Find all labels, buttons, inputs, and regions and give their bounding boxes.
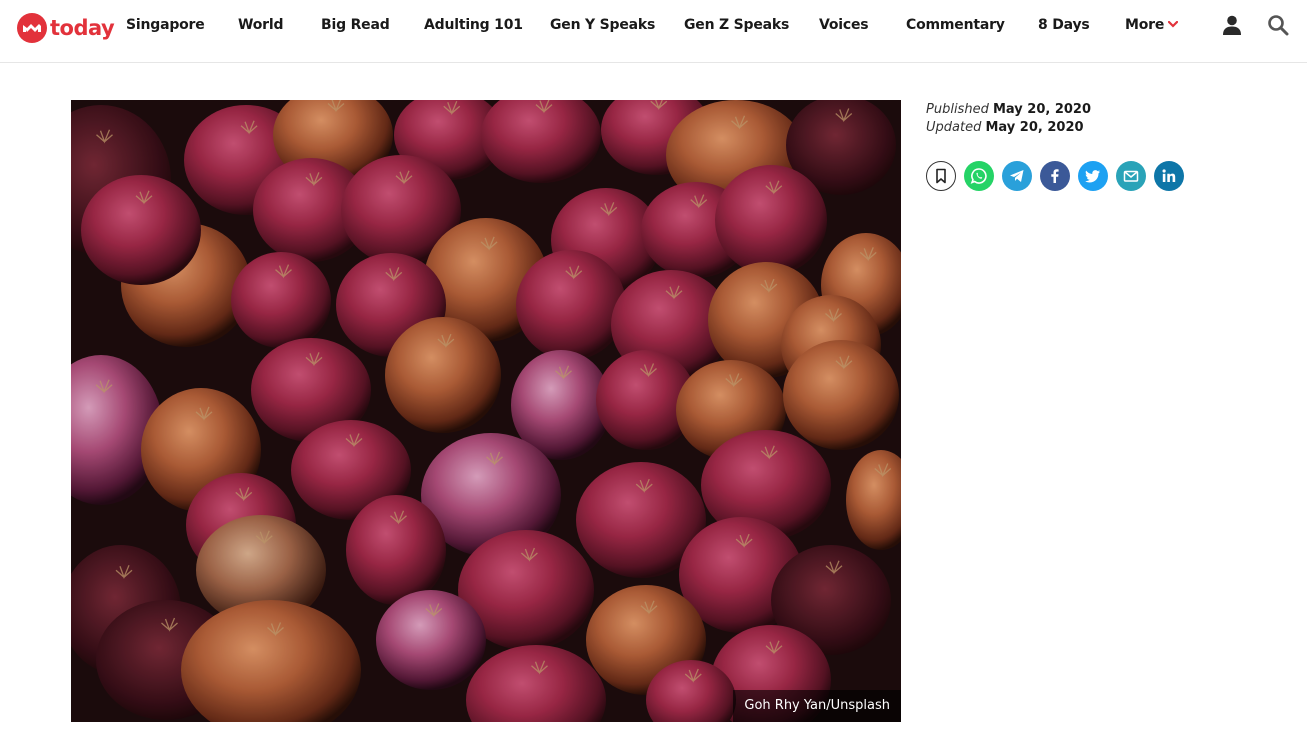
updated-label: Updated (926, 120, 982, 135)
nav-singapore[interactable]: Singapore (126, 17, 205, 33)
photo-shade (71, 100, 901, 722)
article-hero-image: Goh Rhy Yan/Unsplash (71, 100, 901, 722)
email-share-button[interactable] (1116, 161, 1146, 191)
nav-8-days[interactable]: 8 Days (1038, 17, 1090, 33)
published-line: Published May 20, 2020 (926, 101, 1091, 119)
nav-gen-z-speaks[interactable]: Gen Z Speaks (684, 17, 789, 33)
nav-more-label: More (1125, 17, 1165, 33)
telegram-share-button[interactable] (1002, 161, 1032, 191)
bookmark-icon (936, 168, 946, 184)
nav-voices[interactable]: Voices (819, 17, 869, 33)
telegram-icon (1010, 170, 1024, 182)
email-icon (1123, 170, 1139, 182)
nav-more[interactable]: More (1125, 17, 1179, 33)
site-header: today Singapore World Big Read Adulting … (0, 0, 1307, 63)
search-icon[interactable] (1267, 14, 1289, 36)
image-credit: Goh Rhy Yan/Unsplash (733, 690, 901, 722)
facebook-share-button[interactable] (1040, 161, 1070, 191)
nav-commentary[interactable]: Commentary (906, 17, 1005, 33)
published-date: May 20, 2020 (992, 102, 1092, 117)
nav-adulting-101[interactable]: Adulting 101 (424, 17, 523, 33)
chevron-down-icon (1168, 21, 1179, 28)
facebook-icon (1051, 169, 1059, 183)
twitter-share-button[interactable] (1078, 161, 1108, 191)
updated-line: Updated May 20, 2020 (926, 119, 1091, 137)
linkedin-icon (1162, 169, 1176, 182)
whatsapp-share-button[interactable] (964, 161, 994, 191)
share-bar (926, 161, 1184, 191)
onions-photo (71, 100, 901, 722)
linkedin-share-button[interactable] (1154, 161, 1184, 191)
logo-badge-icon (17, 13, 47, 43)
nav-world[interactable]: World (238, 17, 283, 33)
published-label: Published (926, 102, 989, 117)
bookmark-button[interactable] (926, 161, 956, 191)
user-icon[interactable] (1221, 14, 1243, 36)
today-logo[interactable]: today (17, 13, 115, 43)
updated-date: May 20, 2020 (985, 120, 1084, 135)
logo-wordmark: today (50, 16, 115, 40)
nav-gen-y-speaks[interactable]: Gen Y Speaks (550, 17, 655, 33)
article-meta: Published May 20, 2020 Updated May 20, 2… (926, 101, 1091, 137)
nav-big-read[interactable]: Big Read (321, 17, 390, 33)
whatsapp-icon (970, 168, 987, 184)
twitter-icon (1085, 170, 1100, 183)
